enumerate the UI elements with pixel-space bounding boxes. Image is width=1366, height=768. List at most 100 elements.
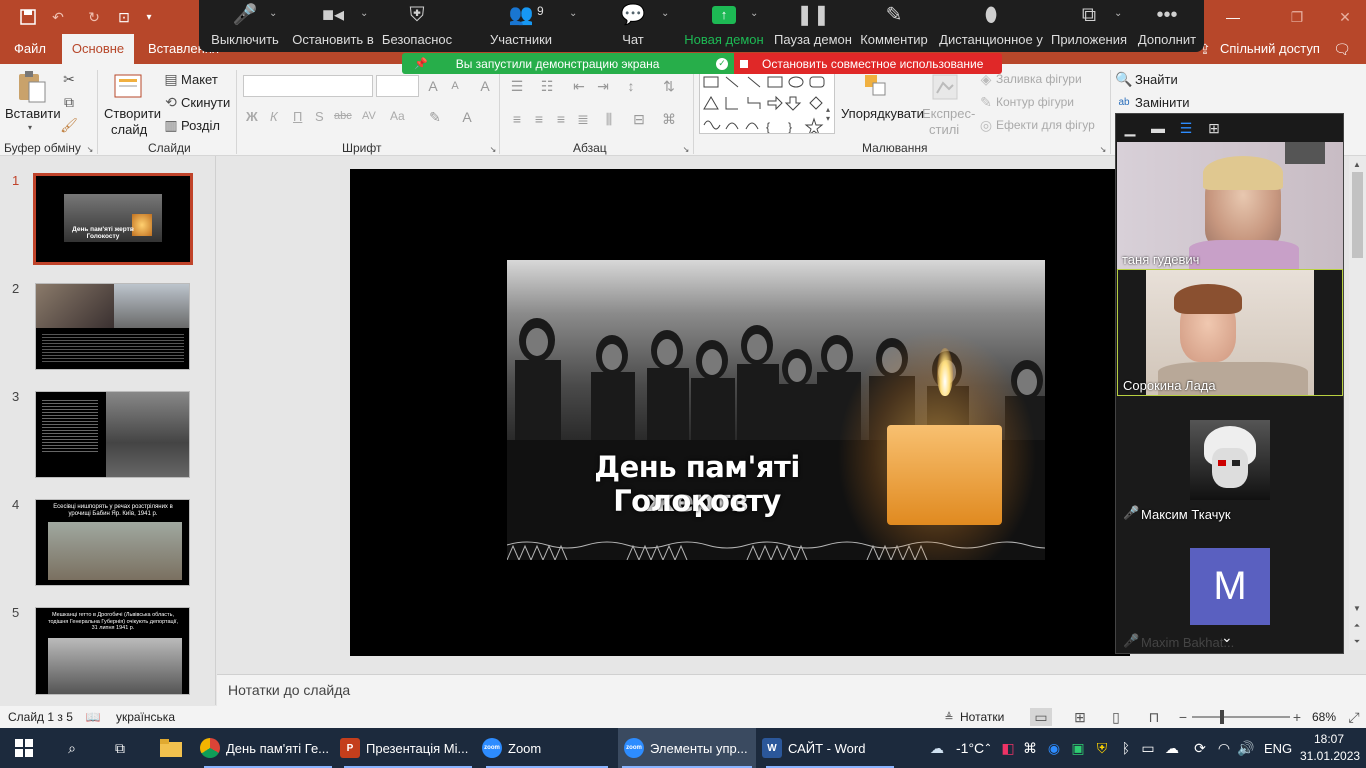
slide-canvas[interactable]: День пам'яті жертв Голокосту xyxy=(350,169,1130,656)
decrease-indent-icon[interactable]: ⇤ xyxy=(570,77,588,95)
format-painter-icon[interactable]: 🖌 xyxy=(60,116,78,134)
previous-slide-icon[interactable]: ⏶ xyxy=(1351,620,1363,632)
speaker-view-icon[interactable]: ▬ xyxy=(1150,120,1166,136)
notes-toggle-button[interactable]: Нотатки xyxy=(960,710,1004,724)
scrollbar-thumb[interactable] xyxy=(1352,172,1363,258)
justify-icon[interactable]: ≣ xyxy=(574,110,592,128)
scroll-up-icon[interactable]: ▲ xyxy=(1351,158,1363,170)
shape-fill-button[interactable]: Заливка фігури xyxy=(996,72,1082,86)
arrange-button[interactable]: Упорядкувати xyxy=(841,106,924,121)
notes-pane[interactable]: Нотатки до слайда xyxy=(217,674,1366,706)
stop-share-button[interactable]: Остановить совместное использование xyxy=(734,53,1002,74)
volume-icon[interactable]: 🔊 xyxy=(1237,738,1254,758)
shrink-font-icon[interactable]: A xyxy=(446,77,464,95)
video-tile-active[interactable]: Сорокина Лада xyxy=(1117,269,1343,396)
security-button[interactable]: ⛨ Безопаснос xyxy=(382,0,452,52)
spellcheck-icon[interactable]: 📖 xyxy=(84,708,102,726)
shape-outline-icon[interactable]: ✎ xyxy=(978,93,994,111)
scroll-down-icon[interactable]: ▼ xyxy=(1351,602,1363,614)
bluetooth-icon[interactable]: ᛒ xyxy=(1118,738,1134,758)
clock-time[interactable]: 18:07 xyxy=(1314,732,1344,746)
clipboard-launcher-icon[interactable]: ↘ xyxy=(85,144,95,154)
weather-icon[interactable]: ☁ xyxy=(924,738,950,758)
shapes-scroll-icon[interactable]: ▴ ▾ xyxy=(822,94,834,134)
increase-indent-icon[interactable]: ⇥ xyxy=(594,77,612,95)
close-icon[interactable]: ✕ xyxy=(1330,7,1360,27)
highlight-icon[interactable]: ✎ xyxy=(426,108,444,126)
zoom-level[interactable]: 68% xyxy=(1312,710,1336,724)
task-view-icon[interactable]: ⧉ xyxy=(110,738,130,758)
tray-green-icon[interactable]: ▣ xyxy=(1070,738,1086,758)
pause-share-button[interactable]: ❚❚ Пауза демон xyxy=(774,0,852,52)
more-button[interactable]: ••• Дополнит xyxy=(1135,0,1199,52)
language-indicator[interactable]: українська xyxy=(116,710,175,724)
align-text-icon[interactable]: ⊟ xyxy=(630,110,648,128)
slide-thumbnail-1[interactable]: День пам'яті жертв Голокосту xyxy=(33,173,193,265)
slide-thumbnail-5[interactable]: Мешканці гетто в Дрогобичі (Львівська об… xyxy=(35,607,190,695)
change-case-button[interactable]: Aa xyxy=(390,109,405,123)
find-button[interactable]: Знайти xyxy=(1135,72,1178,87)
notes-toggle-icon[interactable]: ≜ xyxy=(942,708,956,726)
video-tile[interactable]: M 🎤 Maxim Bakhat... ⌄ xyxy=(1117,525,1343,652)
align-left-icon[interactable]: ≡ xyxy=(508,110,526,128)
minimize-icon[interactable]: ▁ xyxy=(1122,120,1138,136)
vertical-scrollbar[interactable]: ▲ ▼ ⏶ ⏷ xyxy=(1349,156,1366,650)
customize-toolbar-icon[interactable]: ▾ xyxy=(142,7,156,27)
chevron-down-icon[interactable]: ⌄ xyxy=(750,8,758,19)
taskbar-word[interactable]: W САЙТ - Word xyxy=(762,728,898,768)
paste-icon[interactable] xyxy=(14,70,48,106)
chevron-down-icon[interactable]: ⌄ xyxy=(1221,629,1233,646)
comments-icon[interactable]: 🗨 xyxy=(1332,39,1352,59)
battery-icon[interactable]: ▭ xyxy=(1140,738,1156,758)
next-slide-icon[interactable]: ⏷ xyxy=(1351,636,1363,648)
annotate-button[interactable]: ✎ Комментир xyxy=(860,0,928,52)
shadow-button[interactable]: S xyxy=(315,109,324,124)
reset-button[interactable]: Скинути xyxy=(181,95,230,110)
font-color-icon[interactable]: A xyxy=(458,108,476,126)
tray-app-icon[interactable]: ◧ xyxy=(1000,738,1016,758)
grid-view-icon[interactable]: ⊞ xyxy=(1206,120,1222,136)
shapes-gallery[interactable]: {} xyxy=(699,72,835,137)
quick-styles-button[interactable]: Експрес- xyxy=(922,106,975,121)
italic-button[interactable]: К xyxy=(270,109,278,124)
zoom-out-icon[interactable]: − xyxy=(1176,708,1190,726)
layout-button[interactable]: Макет xyxy=(181,72,218,87)
zoom-slider-thumb[interactable] xyxy=(1220,710,1224,724)
zoom-slider[interactable] xyxy=(1192,710,1290,724)
present-icon[interactable]: ⊡ xyxy=(114,7,134,27)
chevron-down-icon[interactable]: ⌄ xyxy=(1114,8,1122,19)
security-tray-icon[interactable]: ⛨ xyxy=(1094,738,1110,758)
wifi-icon[interactable]: ◠ xyxy=(1216,738,1232,758)
reset-icon[interactable]: ⟲ xyxy=(162,93,180,111)
line-spacing-icon[interactable]: ↕ xyxy=(622,77,640,95)
tray-sync-icon[interactable]: ⟳ xyxy=(1192,738,1208,758)
drawing-launcher-icon[interactable]: ↘ xyxy=(1098,144,1108,154)
font-family-input[interactable] xyxy=(243,75,373,97)
grow-font-icon[interactable]: A xyxy=(424,77,442,95)
windows-start-icon[interactable] xyxy=(14,738,34,758)
tab-share[interactable]: Спільний доступ xyxy=(1212,34,1328,64)
text-direction-icon[interactable]: ⇅ xyxy=(660,77,678,95)
taskbar-powerpoint[interactable]: P Презентація Mi... xyxy=(340,728,476,768)
find-icon[interactable]: 🔍 xyxy=(1115,70,1132,88)
paste-dropdown-icon[interactable]: ▾ xyxy=(24,122,36,132)
slide-thumbnail-4[interactable]: Есесівці нишпорять у речах розстріляних … xyxy=(35,499,190,586)
align-center-icon[interactable]: ≡ xyxy=(530,110,548,128)
zoom-in-icon[interactable]: + xyxy=(1290,708,1304,726)
layout-icon[interactable]: ▤ xyxy=(162,70,180,88)
strikethrough-button[interactable]: abc xyxy=(334,110,352,122)
paste-button[interactable]: Вставити xyxy=(5,106,61,121)
clear-format-icon[interactable]: A xyxy=(476,77,494,95)
quick-styles-icon[interactable] xyxy=(930,72,960,102)
bullets-icon[interactable]: ☰ xyxy=(508,77,526,95)
save-icon[interactable] xyxy=(18,7,38,27)
taskbar-chrome[interactable]: День пам'яті Ге... xyxy=(200,728,336,768)
search-icon[interactable]: ⌕ xyxy=(62,738,82,758)
tab-home[interactable]: Основне xyxy=(62,34,134,64)
char-spacing-button[interactable]: AV xyxy=(362,110,376,122)
replace-button[interactable]: Замінити xyxy=(1135,95,1190,110)
align-right-icon[interactable]: ≡ xyxy=(552,110,570,128)
video-tile[interactable]: таня гудевич xyxy=(1117,142,1343,269)
slide-thumbnail-3[interactable] xyxy=(35,391,190,478)
chat-button[interactable]: 💬 Чат xyxy=(613,0,653,52)
